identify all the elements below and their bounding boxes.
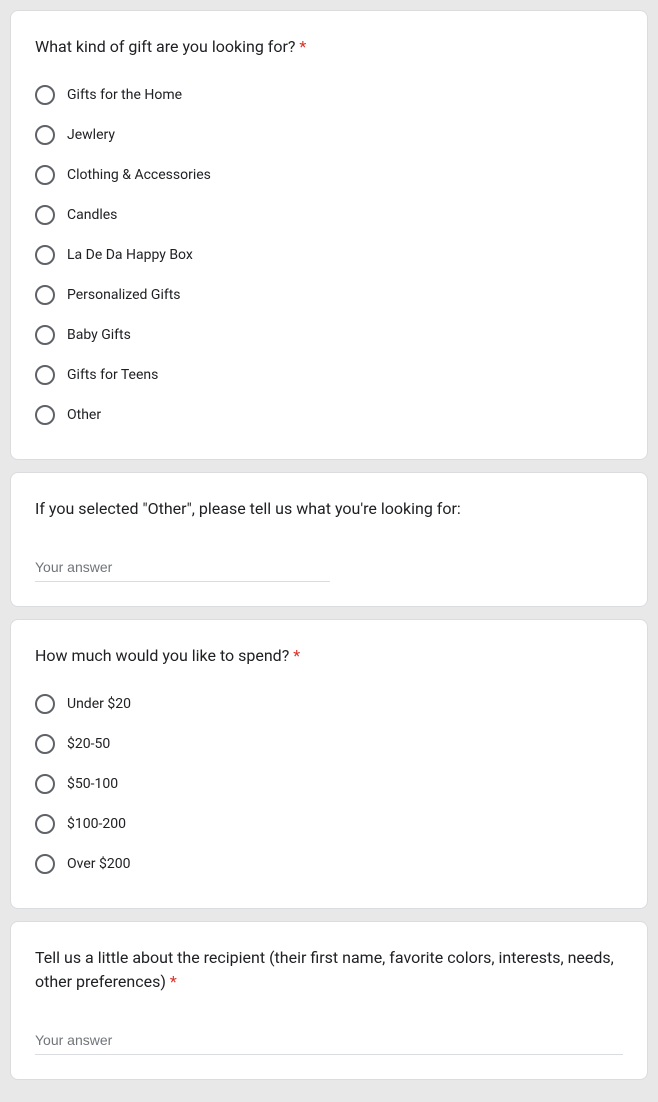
radio-option[interactable]: Personalized Gifts <box>35 275 623 315</box>
question-text: What kind of gift are you looking for? <box>35 37 295 56</box>
radio-icon <box>35 854 55 874</box>
radio-label: Baby Gifts <box>67 325 131 345</box>
question-card-recipient: Tell us a little about the recipient (th… <box>10 921 648 1080</box>
radio-label: Under $20 <box>67 694 131 714</box>
radio-label: La De Da Happy Box <box>67 245 193 265</box>
answer-input[interactable] <box>35 1028 623 1055</box>
radio-icon <box>35 125 55 145</box>
radio-option[interactable]: Baby Gifts <box>35 315 623 355</box>
required-marker: * <box>170 972 177 991</box>
radio-option[interactable]: Candles <box>35 195 623 235</box>
radio-option[interactable]: $20-50 <box>35 724 623 764</box>
radio-icon <box>35 734 55 754</box>
radio-label: Jewlery <box>67 125 115 145</box>
radio-icon <box>35 814 55 834</box>
radio-icon <box>35 405 55 425</box>
radio-label: $50-100 <box>67 774 118 794</box>
radio-icon <box>35 365 55 385</box>
radio-label: Over $200 <box>67 854 130 874</box>
radio-label: $100-200 <box>67 814 126 834</box>
question-text: Tell us a little about the recipient (th… <box>35 948 614 991</box>
radio-option[interactable]: Under $20 <box>35 684 623 724</box>
required-marker: * <box>299 37 306 56</box>
radio-option[interactable]: Other <box>35 395 623 435</box>
question-text: How much would you like to spend? <box>35 646 289 665</box>
radio-icon <box>35 285 55 305</box>
answer-input[interactable] <box>35 555 330 582</box>
radio-option[interactable]: Jewlery <box>35 115 623 155</box>
radio-option[interactable]: La De Da Happy Box <box>35 235 623 275</box>
radio-icon <box>35 694 55 714</box>
question-title: What kind of gift are you looking for? * <box>35 35 623 59</box>
radio-label: $20-50 <box>67 734 110 754</box>
radio-option[interactable]: Gifts for the Home <box>35 75 623 115</box>
question-title: Tell us a little about the recipient (th… <box>35 946 623 994</box>
question-title: If you selected "Other", please tell us … <box>35 497 623 521</box>
radio-icon <box>35 165 55 185</box>
radio-label: Personalized Gifts <box>67 285 181 305</box>
radio-icon <box>35 774 55 794</box>
radio-icon <box>35 245 55 265</box>
required-marker: * <box>293 646 300 665</box>
radio-group: Gifts for the Home Jewlery Clothing & Ac… <box>35 75 623 435</box>
radio-label: Gifts for Teens <box>67 365 158 385</box>
radio-label: Gifts for the Home <box>67 85 182 105</box>
radio-icon <box>35 85 55 105</box>
radio-option[interactable]: $50-100 <box>35 764 623 804</box>
radio-label: Other <box>67 405 101 425</box>
question-card-gift-kind: What kind of gift are you looking for? *… <box>10 10 648 460</box>
radio-icon <box>35 325 55 345</box>
question-card-other-detail: If you selected "Other", please tell us … <box>10 472 648 607</box>
question-title: How much would you like to spend? * <box>35 644 623 668</box>
radio-option[interactable]: Gifts for Teens <box>35 355 623 395</box>
radio-option[interactable]: Over $200 <box>35 844 623 884</box>
radio-label: Clothing & Accessories <box>67 165 211 185</box>
radio-group: Under $20 $20-50 $50-100 $100-200 Over $… <box>35 684 623 884</box>
radio-icon <box>35 205 55 225</box>
radio-label: Candles <box>67 205 117 225</box>
question-card-spend: How much would you like to spend? * Unde… <box>10 619 648 909</box>
question-text: If you selected "Other", please tell us … <box>35 499 461 518</box>
radio-option[interactable]: Clothing & Accessories <box>35 155 623 195</box>
radio-option[interactable]: $100-200 <box>35 804 623 844</box>
